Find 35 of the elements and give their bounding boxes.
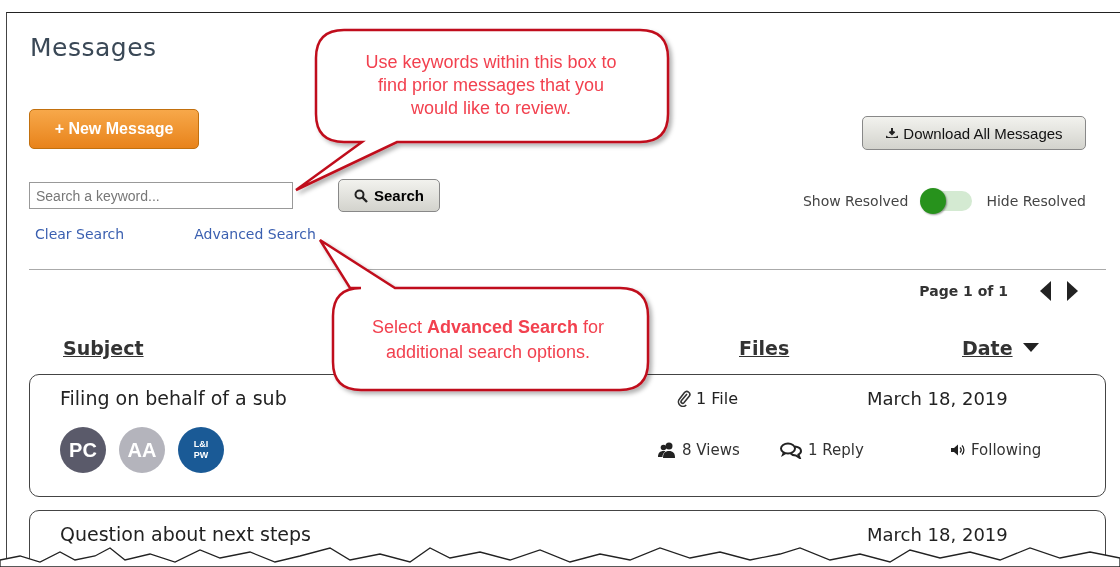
message-date: March 18, 2019 [867, 387, 1008, 409]
callout-text: Select Advanced Search for additional search options. [370, 316, 606, 364]
page-indicator: Page 1 of 1 [919, 283, 1008, 299]
speech-bubbles-icon [780, 441, 802, 459]
search-link[interactable]: Clear Search [35, 226, 125, 242]
message-subject: Filing on behalf of a sub [60, 387, 288, 409]
search-field[interactable]: Search a keyword... [29, 182, 293, 209]
resolved-toggle[interactable] [922, 190, 973, 211]
download-icon [885, 126, 900, 140]
file-count: 1 File [696, 388, 739, 408]
sort-caret-icon [1022, 343, 1039, 353]
previous-page-icon[interactable] [1040, 281, 1052, 301]
message-subject: Question about next steps [60, 523, 312, 545]
message-date: March 18, 2019 [867, 523, 1008, 545]
participant-avatar: AA [119, 427, 165, 473]
view-count: 8 Views [682, 441, 740, 459]
search-link[interactable]: Advanced Search [194, 226, 316, 242]
participant-avatar: L&I PW [178, 427, 224, 473]
participant-avatar: PC [60, 427, 106, 473]
next-page-icon[interactable] [1066, 281, 1078, 301]
hide-resolved-label: Hide Resolved [986, 192, 1086, 209]
paperclip-icon [677, 389, 691, 407]
column-header[interactable]: Date [962, 337, 1039, 359]
download-button[interactable]: Download All Messages [862, 116, 1086, 150]
speaker-icon [951, 444, 965, 456]
following-status[interactable]: Following [971, 441, 1042, 459]
search-icon [353, 188, 368, 203]
page-title: Messages [30, 33, 157, 64]
reply-count: 1 Reply [808, 441, 864, 459]
column-header[interactable]: Files [739, 337, 790, 359]
callout-text: Use keywords within this box to find prior messages that you would like to review. [364, 51, 618, 120]
people-icon [658, 442, 676, 458]
search-button[interactable]: Search [338, 179, 440, 212]
show-resolved-label: Show Resolved [802, 192, 909, 209]
column-header[interactable]: Subject [63, 337, 144, 359]
